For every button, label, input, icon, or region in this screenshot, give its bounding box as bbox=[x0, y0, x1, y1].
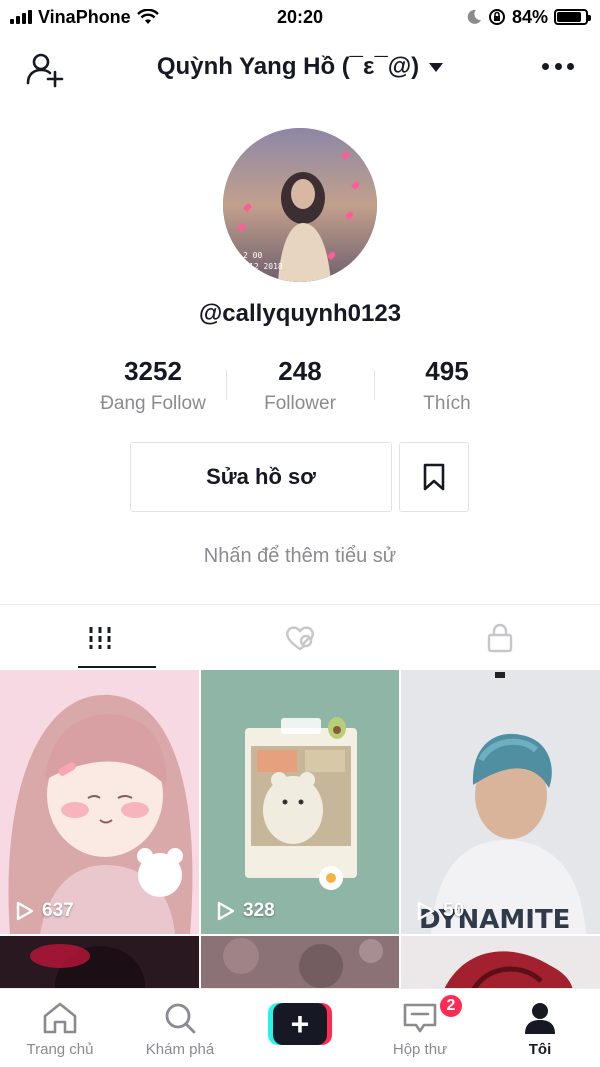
lock-icon bbox=[487, 623, 513, 652]
anime-girl-thumbnail bbox=[0, 670, 199, 934]
video-grid: 637 328 DYNAMITE 50 bbox=[0, 670, 600, 988]
status-right: 84% bbox=[466, 6, 591, 28]
stat-following[interactable]: 3252 Đang Follow bbox=[80, 356, 226, 415]
video-thumbnail[interactable] bbox=[201, 936, 399, 988]
video-thumbnail[interactable] bbox=[401, 936, 600, 988]
profile-stats: 3252 Đang Follow 248 Follower 495 Thích bbox=[80, 356, 520, 415]
search-icon bbox=[165, 1003, 196, 1034]
username: @callyquynh0123 bbox=[198, 300, 402, 327]
followers-count: 248 bbox=[278, 356, 322, 386]
person-plus-icon[interactable] bbox=[26, 50, 64, 88]
carrier-name: VinaPhone bbox=[38, 6, 131, 27]
play-count: 50 bbox=[417, 900, 464, 922]
dark-portrait-thumbnail bbox=[0, 936, 199, 988]
rotation-lock-icon bbox=[488, 9, 505, 25]
account-switcher[interactable]: Quỳnh Yang Hồ (¯ε¯@) bbox=[156, 53, 444, 81]
play-icon bbox=[217, 901, 235, 921]
battery-icon bbox=[554, 9, 591, 25]
more-horizontal-icon[interactable] bbox=[542, 60, 574, 72]
stat-likes[interactable]: 495 Thích bbox=[374, 356, 520, 415]
signal-icon bbox=[10, 10, 32, 24]
grid-icon bbox=[89, 626, 111, 649]
inbox-icon bbox=[403, 1003, 437, 1033]
inbox-badge: 2 bbox=[438, 993, 464, 1019]
video-thumbnail[interactable]: 328 bbox=[201, 670, 399, 934]
bear-thumbnail bbox=[201, 670, 399, 934]
video-thumbnail[interactable]: 637 bbox=[0, 670, 199, 934]
profile-header: Quỳnh Yang Hồ (¯ε¯@) bbox=[0, 40, 600, 94]
avatar[interactable]: 2 00 12 2018 bbox=[223, 128, 377, 282]
video-thumbnail[interactable]: DYNAMITE 50 bbox=[401, 670, 600, 934]
nav-me[interactable]: Tôi bbox=[480, 989, 600, 1067]
play-icon bbox=[417, 901, 435, 921]
nav-inbox-label: Hộp thư bbox=[392, 1041, 448, 1058]
chevron-down-icon bbox=[429, 62, 444, 72]
edit-profile-button[interactable]: Sửa hồ sơ bbox=[130, 442, 392, 512]
bookmark-button[interactable] bbox=[399, 442, 469, 512]
likes-label: Thích bbox=[423, 393, 471, 414]
profile-tabs bbox=[0, 604, 600, 670]
texture-thumbnail bbox=[201, 936, 399, 988]
display-name: Quỳnh Yang Hồ (¯ε¯@) bbox=[156, 53, 420, 80]
stat-followers[interactable]: 248 Follower bbox=[227, 356, 373, 415]
battery-percent: 84% bbox=[511, 6, 548, 27]
nav-inbox[interactable]: 2 Hộp thư bbox=[360, 989, 480, 1067]
tab-videos[interactable] bbox=[0, 605, 200, 670]
bookmark-icon bbox=[423, 463, 445, 491]
home-icon bbox=[43, 1002, 77, 1034]
followers-label: Follower bbox=[264, 393, 336, 414]
video-thumbnail[interactable] bbox=[0, 936, 199, 988]
avatar-date-line-2: 12 2018 bbox=[249, 262, 283, 271]
view-count: 328 bbox=[243, 900, 275, 921]
tab-liked[interactable] bbox=[200, 605, 400, 670]
profile-icon bbox=[525, 1003, 555, 1034]
likes-count: 495 bbox=[425, 356, 469, 386]
avatar-date-line-1: 2 00 bbox=[243, 251, 262, 260]
nav-home-label: Trang chủ bbox=[26, 1041, 94, 1058]
bottom-nav: Trang chủ Khám phá + 2 Hộp thư Tôi bbox=[0, 988, 600, 1067]
nav-home[interactable]: Trang chủ bbox=[0, 989, 120, 1067]
red-flower-thumbnail bbox=[401, 936, 600, 988]
add-bio-link[interactable]: Nhấn để thêm tiểu sử bbox=[0, 545, 600, 568]
dynamite-thumbnail: DYNAMITE bbox=[401, 670, 600, 934]
nav-discover[interactable]: Khám phá bbox=[120, 989, 240, 1067]
following-label: Đang Follow bbox=[100, 393, 206, 414]
status-bar: VinaPhone 20:20 84% bbox=[0, 0, 600, 34]
hidden-heart-icon bbox=[286, 625, 314, 650]
tab-private[interactable] bbox=[400, 605, 600, 670]
play-count: 328 bbox=[217, 900, 275, 922]
moon-icon bbox=[467, 9, 481, 24]
create-video-button[interactable]: + bbox=[268, 1003, 332, 1045]
status-left: VinaPhone bbox=[10, 7, 159, 28]
nav-create[interactable]: + bbox=[240, 989, 360, 1067]
view-count: 637 bbox=[42, 900, 74, 921]
nav-discover-label: Khám phá bbox=[145, 1041, 215, 1058]
nav-me-label: Tôi bbox=[528, 1041, 552, 1058]
play-icon bbox=[16, 901, 34, 921]
play-count: 637 bbox=[16, 900, 74, 922]
battery-level bbox=[557, 12, 581, 22]
avatar-image: 2 00 12 2018 bbox=[223, 128, 377, 282]
plus-icon: + bbox=[273, 1003, 327, 1045]
following-count: 3252 bbox=[124, 356, 182, 386]
wifi-icon bbox=[136, 9, 159, 24]
view-count: 50 bbox=[443, 900, 465, 921]
